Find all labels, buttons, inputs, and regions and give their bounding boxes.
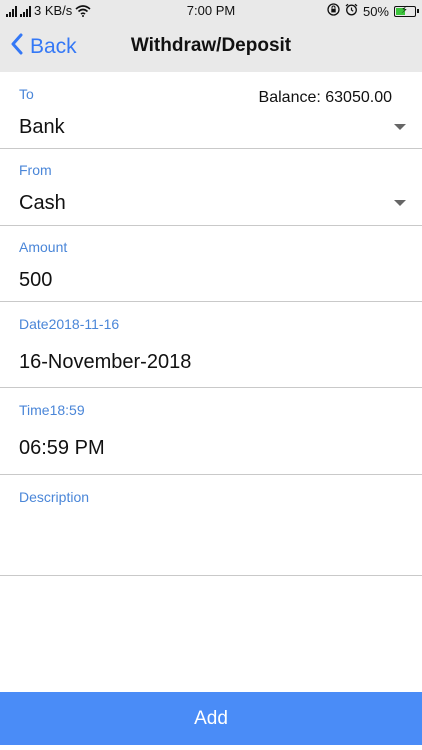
time-field[interactable]: Time18:59 06:59 PM xyxy=(0,388,422,475)
chevron-left-icon xyxy=(10,33,24,61)
from-account-select[interactable]: From Cash xyxy=(0,149,422,226)
divider xyxy=(0,575,422,576)
battery-icon: ⚡ xyxy=(394,4,419,17)
status-right: 50% ⚡ xyxy=(327,3,419,19)
navigation-bar: Back Withdraw/Deposit xyxy=(0,22,422,72)
dropdown-arrow-icon xyxy=(394,124,406,130)
description-field[interactable]: Description xyxy=(0,475,422,575)
amount-field[interactable]: Amount 500 xyxy=(0,226,422,302)
from-value: Cash xyxy=(19,192,66,214)
alarm-icon xyxy=(345,3,358,19)
time-value: 06:59 PM xyxy=(19,437,105,459)
from-label: From xyxy=(19,162,52,178)
to-label: To xyxy=(19,86,34,102)
back-button[interactable]: Back xyxy=(10,22,77,72)
to-value: Bank xyxy=(19,116,65,138)
rotation-lock-icon xyxy=(327,3,340,19)
date-field[interactable]: Date2018-11-16 16-November-2018 xyxy=(0,302,422,388)
description-label: Description xyxy=(19,489,90,505)
charging-bolt-icon: ⚡ xyxy=(401,4,409,16)
add-button[interactable]: Add xyxy=(0,692,422,745)
date-value: 16-November-2018 xyxy=(19,351,192,373)
amount-value: 500 xyxy=(19,269,53,291)
date-label: Date2018-11-16 xyxy=(19,316,120,332)
time-label: Time18:59 xyxy=(19,402,85,418)
battery-percent: 50% xyxy=(362,3,389,19)
amount-label: Amount xyxy=(19,239,68,255)
back-label: Back xyxy=(30,35,77,58)
dropdown-arrow-icon xyxy=(394,200,406,206)
status-bar: 3 KB/s 7:00 PM 50% ⚡ xyxy=(0,0,422,22)
balance-text: Balance: 63050.00 xyxy=(258,89,392,106)
withdraw-deposit-screen: 3 KB/s 7:00 PM 50% ⚡ Back Withdraw/Depos… xyxy=(0,0,422,750)
to-account-select[interactable]: To Balance: 63050.00 Bank xyxy=(0,72,422,149)
